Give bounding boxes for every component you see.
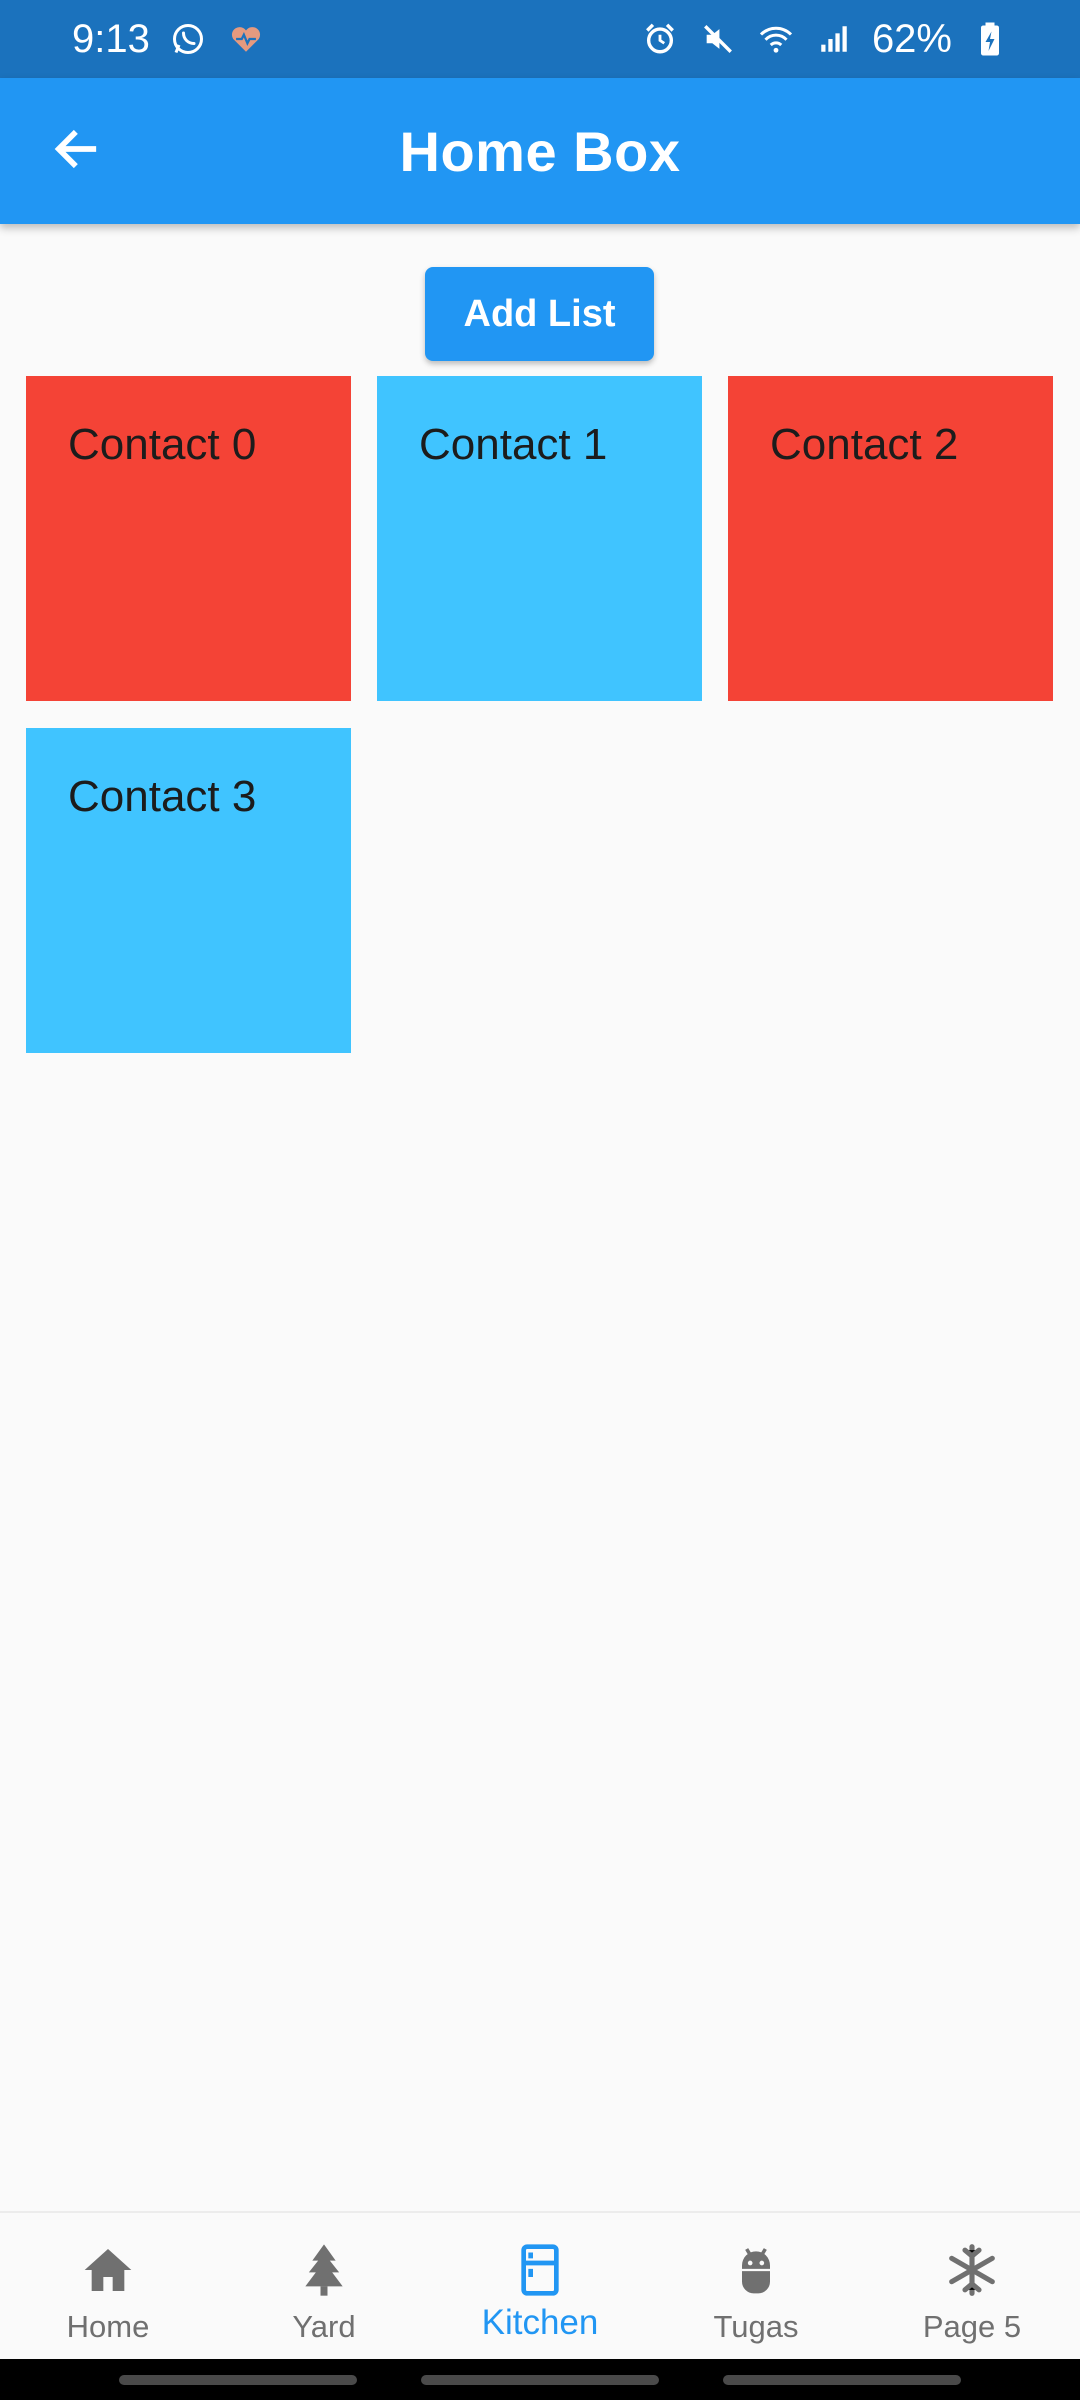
health-heart-icon [226,19,266,59]
gesture-handle[interactable] [723,2374,961,2385]
contact-label: Contact 1 [419,420,608,469]
nav-item-tugas[interactable]: Tugas [648,2213,864,2359]
arrow-left-icon [50,123,102,180]
status-time: 9:13 [72,16,150,61]
wifi-icon [756,19,796,59]
battery-percent: 62% [871,16,952,61]
contact-card[interactable]: Contact 3 [26,728,351,1053]
nav-label: Tugas [713,2309,799,2344]
page-title: Home Box [399,119,681,183]
back-button[interactable] [40,115,112,187]
contact-label: Contact 3 [68,772,257,821]
gesture-bar [0,2359,1080,2400]
bottom-navigation: Home Yard Kitchen Tugas Page 5 [0,2211,1080,2359]
tree-icon [295,2241,353,2299]
whatsapp-icon [168,19,208,59]
status-right: 62% [640,17,1010,62]
fridge-icon [511,2241,569,2299]
alarm-icon [640,19,680,59]
nav-label: Kitchen [481,2303,599,2342]
status-bar: 9:13 62% [0,0,1080,78]
android-icon [727,2241,785,2299]
contact-card[interactable]: Contact 1 [377,376,702,701]
battery-charging-icon [970,19,1010,59]
nav-item-kitchen[interactable]: Kitchen [432,2213,648,2359]
home-icon [79,2241,137,2299]
gesture-handle[interactable] [421,2374,659,2385]
add-list-button[interactable]: Add List [425,267,654,361]
nav-item-page-5[interactable]: Page 5 [864,2213,1080,2359]
contact-grid: Contact 0 Contact 1 Contact 2 Contact 3 [26,376,1054,1053]
signal-icon [814,19,854,59]
contact-card[interactable]: Contact 2 [728,376,1053,701]
nav-item-yard[interactable]: Yard [216,2213,432,2359]
contact-label: Contact 0 [68,420,257,469]
nav-item-home[interactable]: Home [0,2213,216,2359]
contact-card[interactable]: Contact 0 [26,376,351,701]
gesture-handle[interactable] [119,2374,357,2385]
mute-icon [698,19,738,59]
status-left: 9:13 [72,17,266,62]
app-bar: Home Box [0,78,1080,224]
nav-label: Yard [292,2309,356,2344]
contact-label: Contact 2 [770,420,959,469]
nav-label: Page 5 [922,2309,1022,2344]
nav-label: Home [66,2309,150,2344]
snowflake-icon [943,2241,1001,2299]
